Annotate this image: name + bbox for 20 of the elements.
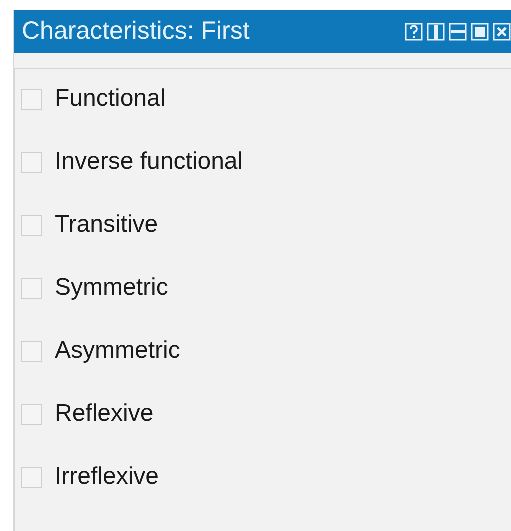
split-vertical-icon[interactable] — [427, 22, 445, 40]
checkbox[interactable] — [21, 466, 42, 488]
maximize-icon[interactable] — [471, 22, 489, 40]
checkbox-label: Transitive — [55, 211, 158, 239]
window-title: Characteristics: First — [22, 17, 250, 46]
checkbox-label: Inverse functional — [55, 148, 244, 176]
split-horizontal-icon[interactable] — [449, 22, 467, 40]
checkbox[interactable] — [21, 340, 42, 362]
checkbox-label: Functional — [55, 85, 166, 113]
checkbox[interactable] — [21, 278, 42, 298]
checkbox[interactable] — [21, 404, 42, 424]
checkbox[interactable] — [21, 88, 42, 110]
help-icon[interactable] — [405, 22, 423, 40]
checkbox-label: Irreflexive — [55, 463, 160, 491]
checkbox-label: Symmetric — [55, 274, 168, 302]
checkbox[interactable] — [21, 214, 42, 236]
checkbox-label: Asymmetric — [55, 337, 180, 365]
checkbox-label: Reflexive — [55, 400, 154, 428]
close-icon[interactable] — [493, 22, 511, 40]
checkbox[interactable] — [21, 152, 42, 172]
